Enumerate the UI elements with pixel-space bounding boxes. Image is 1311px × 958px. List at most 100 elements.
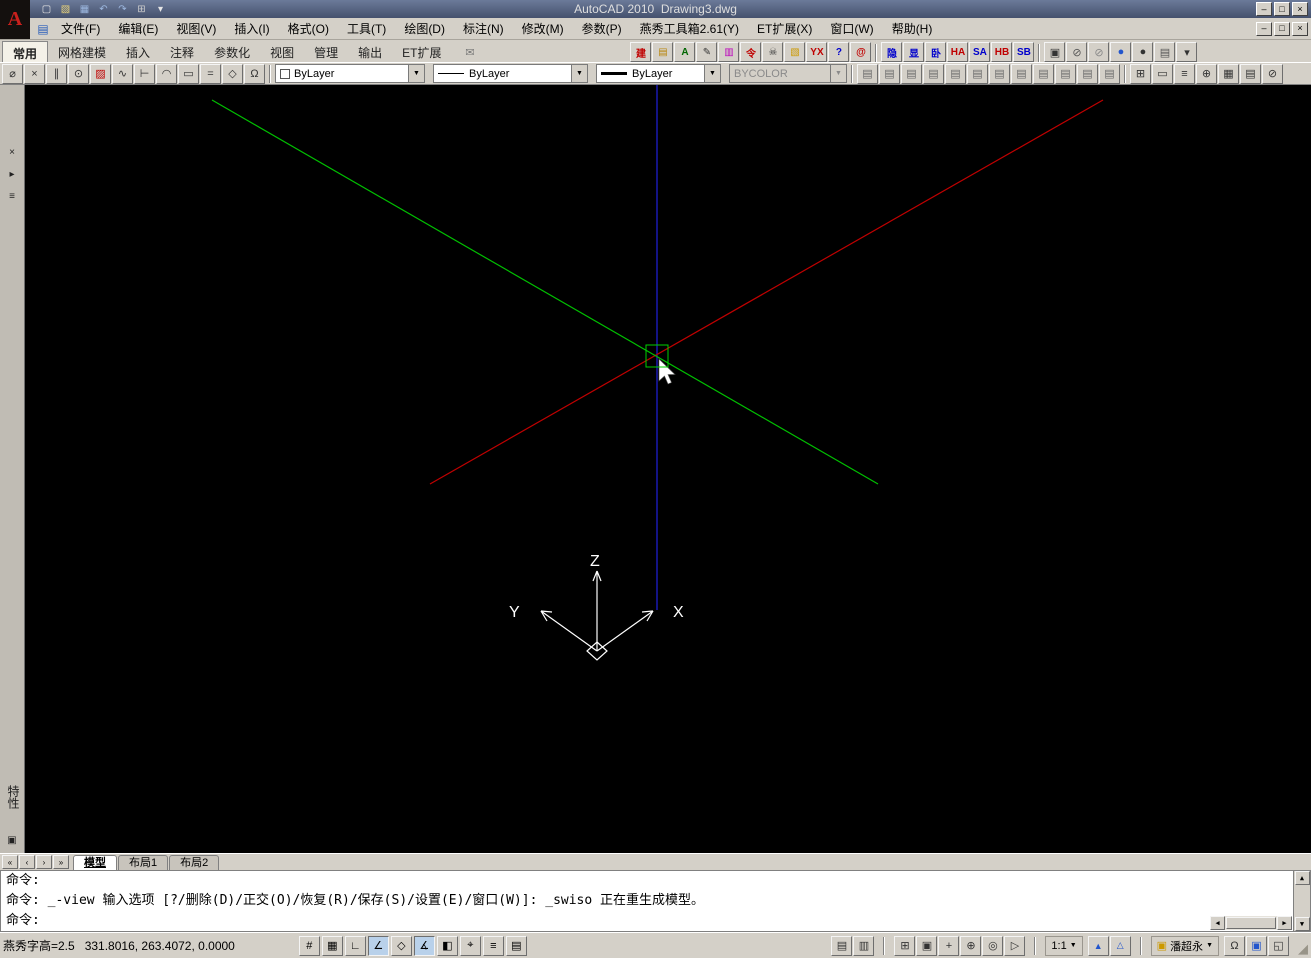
hatch-icon[interactable]: ▨	[90, 63, 111, 84]
clean-screen-button[interactable]: ◱	[1268, 935, 1289, 956]
id-point-icon[interactable]: ⊕	[1196, 63, 1217, 84]
menu-item[interactable]: 参数(P)	[573, 19, 631, 39]
palette-close-icon[interactable]: ×	[4, 145, 20, 160]
doc-restore-button[interactable]: □	[1274, 21, 1290, 36]
zoom-button[interactable]: ⊕	[960, 935, 982, 956]
parallel-icon[interactable]: ∥	[46, 63, 67, 84]
panel-dropdown-icon[interactable]: ▾	[1176, 42, 1198, 62]
ribbon-tab[interactable]: 参数化	[204, 41, 260, 62]
layer-walk-icon[interactable]: ▤	[945, 63, 966, 84]
redo-icon[interactable]: ↷	[114, 2, 131, 16]
document-icon[interactable]: ▤	[34, 22, 52, 36]
layer-match-icon[interactable]: ▤	[967, 63, 988, 84]
chevron-down-icon[interactable]: ▼	[704, 65, 720, 82]
quick-view-drawings-button[interactable]: ▣	[916, 935, 938, 956]
layer-states-icon[interactable]: ▤	[1011, 63, 1032, 84]
toolbar-lock-icon[interactable]: Ω	[1224, 935, 1245, 956]
layer-merge-icon[interactable]: ▤	[1033, 63, 1054, 84]
palette-autohide-icon[interactable]: ▸	[4, 167, 20, 182]
palette-window-icon[interactable]: ▣	[4, 833, 20, 848]
menu-item[interactable]: 绘图(D)	[395, 19, 454, 39]
minimize-button[interactable]: –	[1256, 2, 1272, 16]
sphere-shaded-icon[interactable]: ●	[1110, 42, 1132, 62]
qnew-icon[interactable]: ▢	[38, 2, 55, 16]
menu-item[interactable]: 文件(F)	[52, 19, 109, 39]
perpendicular-icon[interactable]: ⊢	[134, 63, 155, 84]
autocad-logo-icon[interactable]: A	[0, 0, 30, 39]
yx-command-icon[interactable]: 令	[740, 42, 762, 62]
layer-on-icon[interactable]: ▤	[1077, 63, 1098, 84]
quickcalc-icon[interactable]: ▦	[1218, 63, 1239, 84]
yx-about-icon[interactable]: @	[850, 42, 872, 62]
named-views-icon[interactable]: ▤	[1154, 42, 1176, 62]
command-panel[interactable]: 命令: 命令: _-view 输入选项 [?/删除(D)/正交(O)/恢复(R)…	[0, 870, 1311, 932]
layout-tab[interactable]: 布局2	[169, 855, 220, 870]
arc-icon[interactable]: ◠	[156, 63, 177, 84]
lineweight-combobox[interactable]: ByLayer ▼	[596, 64, 721, 83]
undo-icon[interactable]: ↶	[95, 2, 112, 16]
first-tab-button[interactable]: «	[2, 855, 18, 869]
resize-grip[interactable]: ◢	[1294, 935, 1308, 957]
yx-logo-icon[interactable]: YX	[806, 42, 828, 62]
annotation-autoscale-button[interactable]: △	[1109, 935, 1131, 956]
layer-delete-icon[interactable]: ▤	[1055, 63, 1076, 84]
menu-item[interactable]: 编辑(E)	[109, 19, 167, 39]
ortho-toggle[interactable]: ∟	[344, 935, 366, 956]
coordinates-readout[interactable]: 331.8016, 263.4072, 0.0000	[85, 939, 235, 953]
chevron-down-icon[interactable]: ▼	[571, 65, 587, 82]
yx-skull-icon[interactable]: ☠	[762, 42, 784, 62]
ribbon-tab[interactable]: 常用	[2, 41, 49, 62]
paper-space-button[interactable]: ▥	[853, 935, 875, 956]
scroll-down-icon[interactable]: ▼	[1294, 917, 1310, 931]
layer-freeze-icon[interactable]: ▤	[901, 63, 922, 84]
layer-previous-icon[interactable]: ▤	[989, 63, 1010, 84]
center-snap-icon[interactable]: ⊙	[68, 63, 89, 84]
menu-item[interactable]: 工具(T)	[338, 19, 395, 39]
list-icon[interactable]: ≡	[1174, 63, 1195, 84]
chevron-down-icon[interactable]: ▼	[408, 65, 424, 82]
quickprops-toggle[interactable]: ▤	[505, 935, 527, 956]
open-icon[interactable]: ▧	[57, 2, 74, 16]
menu-item[interactable]: 修改(M)	[513, 19, 573, 39]
lineweight-toggle[interactable]: ≡	[482, 935, 504, 956]
layout-tab[interactable]: 模型	[73, 855, 117, 870]
properties-palette-bar[interactable]: × ▸ ≡ 特性 ▣	[0, 85, 25, 853]
next-tab-button[interactable]: ›	[36, 855, 52, 869]
show-motion-button[interactable]: ▷	[1004, 935, 1026, 956]
menu-item[interactable]: 标注(N)	[454, 19, 513, 39]
layout-tab[interactable]: 布局1	[118, 855, 169, 870]
layer-lock-icon[interactable]: ▤	[923, 63, 944, 84]
layer-isolate-icon[interactable]: ▤	[857, 63, 878, 84]
hb-layer-icon[interactable]: HB	[991, 42, 1013, 62]
doc-minimize-button[interactable]: –	[1256, 21, 1272, 36]
palette-menu-icon[interactable]: ≡	[4, 189, 20, 204]
ribbon-tab[interactable]: 输出	[348, 41, 392, 62]
isolate-objects-icon[interactable]: ⊘	[1066, 42, 1088, 62]
user-menu[interactable]: ▣ 潘超永 ▼	[1150, 935, 1219, 956]
spline-icon[interactable]: ∿	[112, 63, 133, 84]
annotation-scale-button[interactable]: 1:1 ▼	[1045, 935, 1083, 956]
sphere-wireframe-icon[interactable]: ●	[1132, 42, 1154, 62]
osnap-toggle[interactable]: ◇	[390, 935, 412, 956]
model-space-button[interactable]: ▤	[831, 935, 853, 956]
yx-text-style-icon[interactable]: A	[674, 42, 696, 62]
save-icon[interactable]: ▦	[76, 2, 93, 16]
sa-layer-icon[interactable]: SA	[969, 42, 991, 62]
polar-toggle[interactable]: ∠	[367, 935, 389, 956]
ribbon-tab[interactable]: ET扩展	[392, 41, 451, 62]
quick-view-layouts-button[interactable]: ⊞	[894, 935, 916, 956]
sb-layer-icon[interactable]: SB	[1013, 42, 1035, 62]
scroll-up-icon[interactable]: ▲	[1294, 871, 1310, 885]
construction-line-icon[interactable]: ⌀	[2, 63, 23, 84]
ribbon-tab[interactable]: 插入	[116, 41, 160, 62]
menu-item[interactable]: 帮助(H)	[883, 19, 942, 39]
scroll-left-icon[interactable]: ◀	[1210, 916, 1225, 930]
annotation-visibility-button[interactable]: ▲	[1087, 935, 1109, 956]
yx-build-icon[interactable]: 建	[630, 42, 652, 62]
hide-objects-icon[interactable]: ⊘	[1088, 42, 1110, 62]
ribbon-tab[interactable]: 管理	[304, 41, 348, 62]
color-combobox[interactable]: ByLayer ▼	[275, 64, 425, 83]
ducs-toggle[interactable]: ◧	[436, 935, 458, 956]
command-vscrollbar[interactable]: ▲ ▼	[1293, 871, 1310, 931]
ribbon-tab[interactable]: 视图	[260, 41, 304, 62]
